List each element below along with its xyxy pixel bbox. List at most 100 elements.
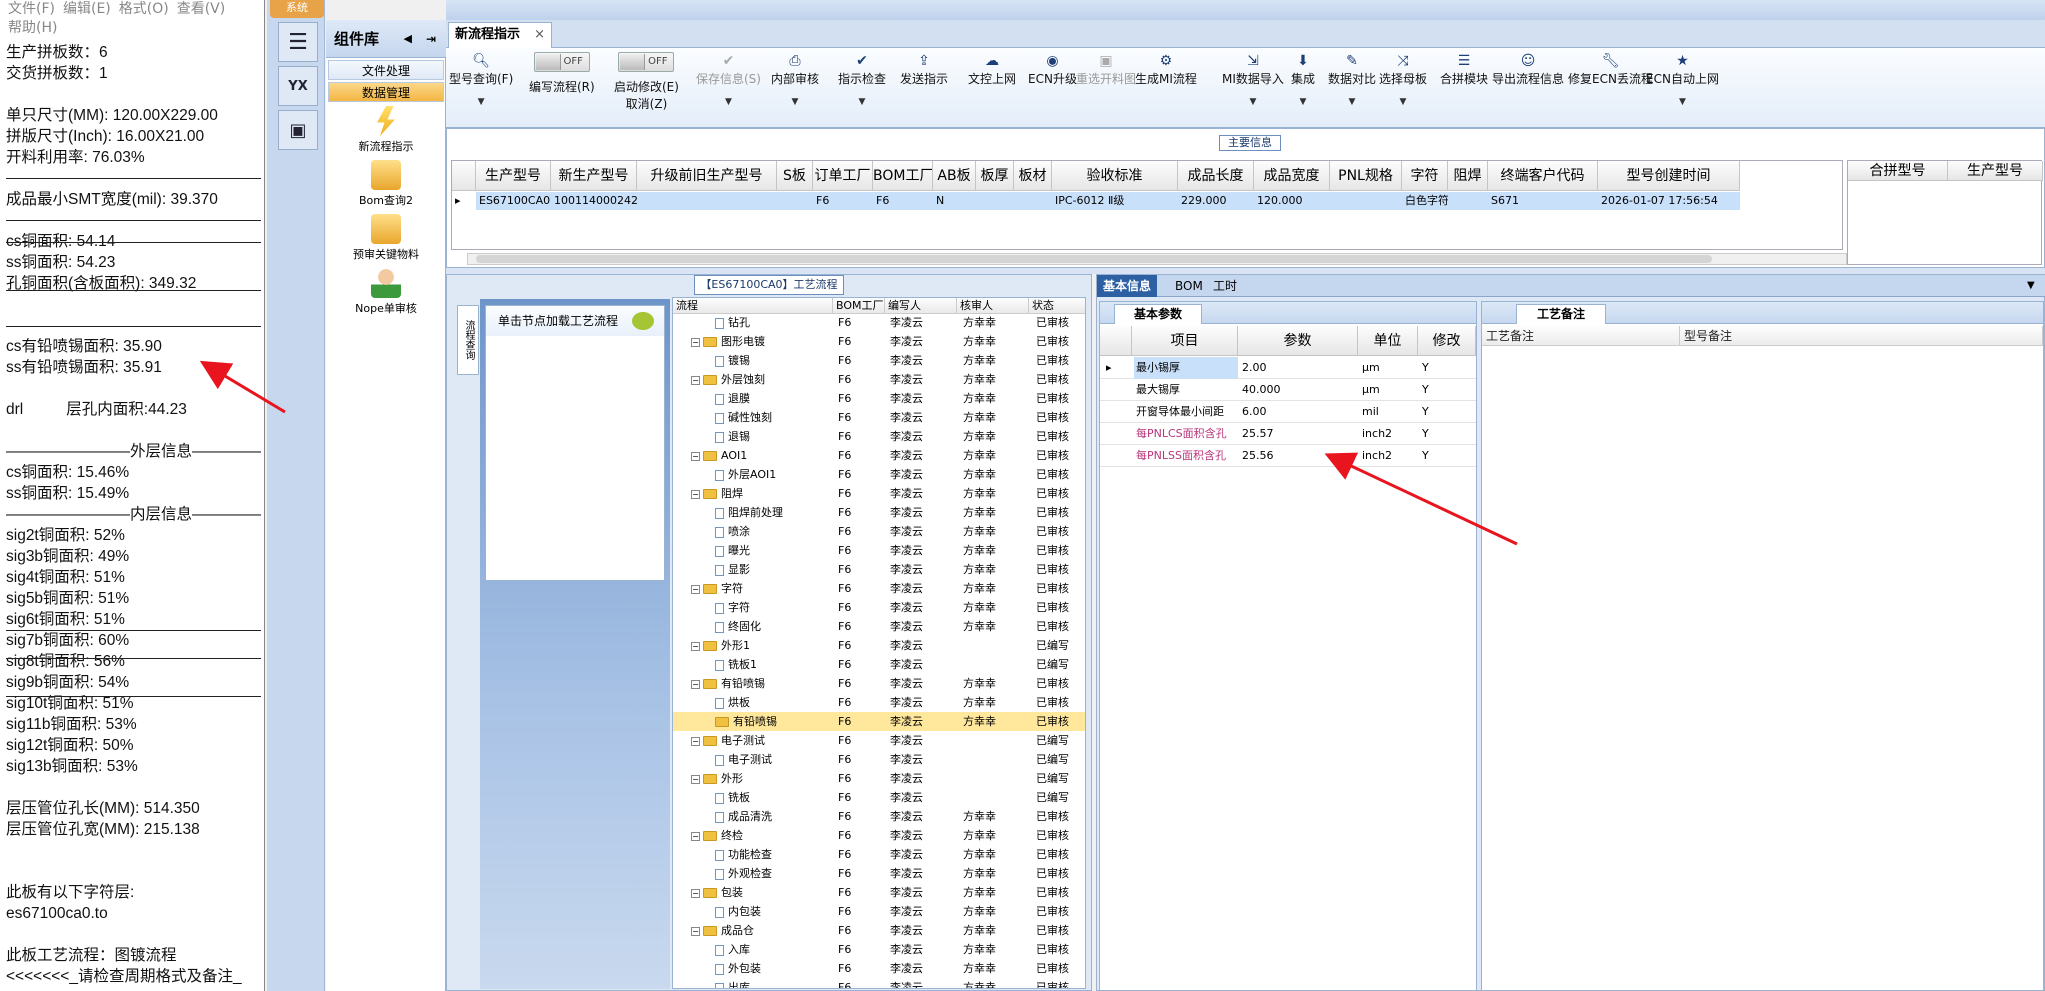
flow-row[interactable]: − 外层蚀刻 F6 李凌云 方幸幸 已审核 bbox=[673, 370, 1085, 389]
horizontal-scrollbar[interactable] bbox=[467, 253, 1847, 265]
chevron-down-icon[interactable]: ▼ bbox=[1646, 97, 1719, 107]
toolbar-button-14[interactable]: ⤨ 选择母板 ▼ bbox=[1379, 52, 1427, 107]
flow-row[interactable]: 成品清洗 F6 李凌云 方幸幸 已审核 bbox=[673, 807, 1085, 826]
grid-col-header[interactable]: 升级前旧生产型号 bbox=[637, 161, 777, 191]
grid-col-header[interactable]: PNL规格 bbox=[1330, 161, 1402, 191]
toolbar-button-16[interactable]: ☺ 导出流程信息 bbox=[1492, 52, 1564, 87]
grid-col-header[interactable]: BOM工厂 bbox=[873, 161, 933, 191]
basic-cell-val[interactable]: 6.00 bbox=[1240, 401, 1356, 423]
basic-row[interactable]: 最大锡厚 40.000 μm Y bbox=[1100, 379, 1476, 401]
flow-row[interactable]: 阻焊前处理 F6 李凌云 方幸幸 已审核 bbox=[673, 503, 1085, 522]
bom-query-item[interactable]: Bom查询2 bbox=[326, 160, 446, 208]
flow-col-header[interactable]: 流程 bbox=[673, 298, 833, 314]
basic-row[interactable]: 开窗导体最小间距 6.00 mil Y bbox=[1100, 401, 1476, 423]
flow-row[interactable]: − 成品仓 F6 李凌云 方幸幸 已审核 bbox=[673, 921, 1085, 940]
flow-row[interactable]: 铣板 F6 李凌云 已编写 bbox=[673, 788, 1085, 807]
col-param[interactable]: 参数 bbox=[1238, 326, 1358, 356]
basic-row[interactable]: ▸ 最小锡厚 2.00 μm Y bbox=[1100, 357, 1476, 379]
chevron-down-icon[interactable]: ▼ bbox=[1328, 97, 1376, 107]
flow-row[interactable]: − 外形1 F6 李凌云 已编写 bbox=[673, 636, 1085, 655]
flow-row[interactable]: − 电子测试 F6 李凌云 已编写 bbox=[673, 731, 1085, 750]
toolbar-button-1[interactable]: OFF 编写流程(R) bbox=[529, 52, 595, 95]
basic-cell-unit[interactable]: mil bbox=[1360, 401, 1416, 423]
basic-cell-mod[interactable]: Y bbox=[1420, 401, 1474, 423]
arrow-left-icon[interactable]: ◀ bbox=[404, 20, 412, 58]
flow-row[interactable]: 退锡 F6 李凌云 方幸幸 已审核 bbox=[673, 427, 1085, 446]
tab-work-hours[interactable]: 工时 bbox=[1207, 275, 1243, 297]
toolbar-button-15[interactable]: ☰ 合拼模块 bbox=[1440, 52, 1488, 87]
scrollbar-thumb[interactable] bbox=[476, 255, 1712, 263]
grid-cell[interactable]: ES67100CA0 bbox=[476, 192, 551, 210]
notepad-menu-item[interactable]: 编辑(E) bbox=[63, 1, 111, 17]
chevron-down-icon[interactable]: ▼ bbox=[1222, 97, 1284, 107]
flow-row[interactable]: 碱性蚀刻 F6 李凌云 方幸幸 已审核 bbox=[673, 408, 1085, 427]
grid-col-header[interactable]: 字符 bbox=[1402, 161, 1448, 191]
basic-row[interactable]: 每PNLSS面积含孔 25.56 inch2 Y bbox=[1100, 445, 1476, 467]
collapse-icon[interactable]: − bbox=[691, 736, 700, 746]
flow-col-header[interactable]: 核审人 bbox=[957, 298, 1029, 314]
grid-col-header[interactable]: 型号创建时间 bbox=[1598, 161, 1740, 191]
grid-cell[interactable]: IPC-6012 Ⅱ级 bbox=[1052, 192, 1178, 210]
grid-col-header[interactable]: 成品长度 bbox=[1178, 161, 1254, 191]
flow-col-header[interactable]: 状态 bbox=[1029, 298, 1085, 314]
grid-col-header[interactable]: 板材 bbox=[1014, 161, 1052, 191]
grid-cell[interactable]: 10011400024294 bbox=[551, 192, 637, 210]
grid-col-header[interactable]: 新生产型号 bbox=[551, 161, 637, 191]
grid-col-header[interactable]: AB板 bbox=[933, 161, 976, 191]
notepad-menu-item[interactable]: 格式(O) bbox=[119, 1, 169, 17]
notepad-menu-item[interactable]: 帮助(H) bbox=[8, 20, 57, 36]
chevron-down-icon[interactable]: ▼ bbox=[1379, 97, 1427, 107]
flow-row[interactable]: 内包装 F6 李凌云 方幸幸 已审核 bbox=[673, 902, 1085, 921]
basic-cell-item[interactable]: 开窗导体最小间距 bbox=[1134, 401, 1238, 423]
grid-cell[interactable] bbox=[1330, 192, 1402, 210]
grid-cell[interactable]: F6 bbox=[813, 192, 873, 210]
flow-row[interactable]: − 包装 F6 李凌云 方幸幸 已审核 bbox=[673, 883, 1085, 902]
toolbar-button-0[interactable]: 🔍︎ 型号查询(F) ▼ bbox=[449, 52, 513, 107]
basic-cell-unit[interactable]: μm bbox=[1360, 379, 1416, 401]
toolbar-button-7[interactable]: ☁ 文控上网 bbox=[968, 52, 1016, 87]
toolbar-button-17[interactable]: 🔧︎ 修复ECN丢流程 bbox=[1568, 52, 1653, 87]
flow-row[interactable]: 外包装 F6 李凌云 方幸幸 已审核 bbox=[673, 959, 1085, 978]
merge-col-header[interactable]: 合拼型号 bbox=[1848, 161, 1948, 181]
chevron-down-icon[interactable]: ▼ bbox=[771, 97, 819, 107]
toolbar-button-12[interactable]: ⬇ 集成 ▼ bbox=[1291, 52, 1315, 107]
basic-row[interactable]: 每PNLCS面积含孔 25.57 inch2 Y bbox=[1100, 423, 1476, 445]
grid-cell[interactable] bbox=[637, 192, 777, 210]
toolbar-button-13[interactable]: ✎ 数据对比 ▼ bbox=[1328, 52, 1376, 107]
flow-row[interactable]: − 终检 F6 李凌云 方幸幸 已审核 bbox=[673, 826, 1085, 845]
flow-row[interactable]: 有铅喷锡 F6 李凌云 方幸幸 已审核 bbox=[673, 712, 1085, 731]
flow-row[interactable]: 外观检查 F6 李凌云 方幸幸 已审核 bbox=[673, 864, 1085, 883]
basic-cell-item[interactable]: 最小锡厚 bbox=[1134, 357, 1238, 379]
flow-query-vertical-tab[interactable]: 流程查询 bbox=[457, 305, 479, 375]
basic-cell-item[interactable]: 每PNLSS面积含孔 bbox=[1134, 445, 1238, 467]
collapse-icon[interactable]: − bbox=[691, 831, 700, 841]
chevron-down-icon[interactable]: ▼ bbox=[2021, 275, 2041, 297]
basic-cell-unit[interactable]: inch2 bbox=[1360, 423, 1416, 445]
collapse-icon[interactable]: − bbox=[691, 451, 700, 461]
section-data-management[interactable]: 数据管理 bbox=[328, 82, 444, 102]
flow-row[interactable]: 喷涂 F6 李凌云 方幸幸 已审核 bbox=[673, 522, 1085, 541]
grid-col-header[interactable]: 板厚 bbox=[976, 161, 1014, 191]
grid-col-header[interactable]: S板 bbox=[777, 161, 813, 191]
toggle-switch[interactable]: OFF bbox=[618, 52, 675, 72]
collapse-icon[interactable]: − bbox=[691, 375, 700, 385]
tab-new-flow[interactable]: 新流程指示 × bbox=[448, 22, 552, 48]
flow-row[interactable]: 钻孔 F6 李凌云 方幸幸 已审核 bbox=[673, 313, 1085, 332]
flow-row[interactable]: 镀锡 F6 李凌云 方幸幸 已审核 bbox=[673, 351, 1085, 370]
flow-col-header[interactable]: 编写人 bbox=[885, 298, 957, 314]
chevron-down-icon[interactable]: ▼ bbox=[1291, 97, 1315, 107]
grid-col-header[interactable]: 终端客户代码 bbox=[1488, 161, 1598, 191]
basic-cell-item[interactable]: 最大锡厚 bbox=[1134, 379, 1238, 401]
basic-cell-val[interactable]: 25.56 bbox=[1240, 445, 1356, 467]
toolbar-button-4[interactable]: ⎙ 内部审核 ▼ bbox=[771, 52, 819, 107]
collapse-icon[interactable]: − bbox=[691, 584, 700, 594]
collapse-icon[interactable]: − bbox=[691, 888, 700, 898]
flow-row[interactable]: 外层AOI1 F6 李凌云 方幸幸 已审核 bbox=[673, 465, 1085, 484]
flow-row[interactable]: 烘板 F6 李凌云 方幸幸 已审核 bbox=[673, 693, 1085, 712]
basic-cell-val[interactable]: 2.00 bbox=[1240, 357, 1356, 379]
flow-tree[interactable]: 流程 BOM工厂 编写人 核审人 状态 钻孔 F6 李凌云 方幸幸 已审核 − 图形电镀 F6 李凌云 方幸… bbox=[672, 297, 1086, 989]
node-click-box[interactable]: 单击节点加载工艺流程 bbox=[485, 305, 665, 581]
basic-cell-val[interactable]: 40.000 bbox=[1240, 379, 1356, 401]
grid-cell[interactable] bbox=[1448, 192, 1488, 210]
notepad-text[interactable]: 生产拼板数：6 交货拼板数：1 单只尺寸(MM): 120.00X229.00 拼版尺… bbox=[6, 42, 261, 987]
